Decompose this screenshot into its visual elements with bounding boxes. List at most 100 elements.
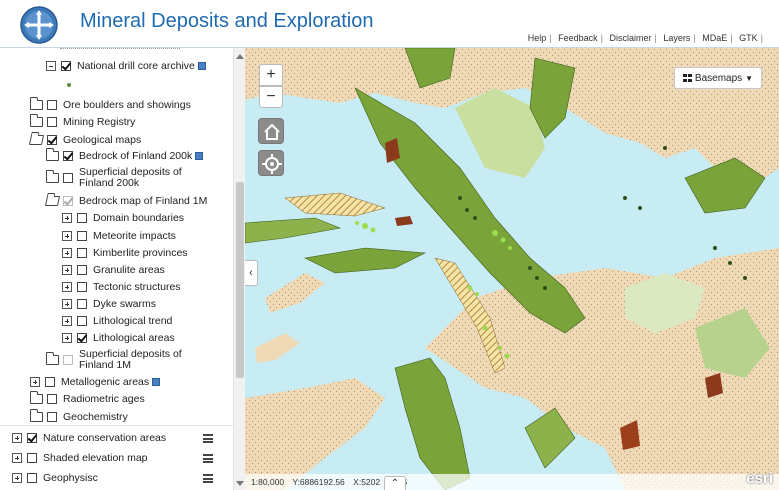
checkbox-icon[interactable]	[77, 248, 87, 258]
info-icon[interactable]	[195, 152, 204, 160]
checkbox-icon[interactable]	[77, 265, 87, 275]
sublayer-row[interactable]: Granulite areas	[62, 262, 165, 278]
layer-label: Superficial deposits of Finland 1M	[79, 348, 182, 371]
collapse-sidebar-button[interactable]: ‹	[245, 260, 258, 286]
layer-bedrock-200k[interactable]: Bedrock of Finland 200k	[46, 148, 204, 164]
checkbox-icon[interactable]	[77, 316, 87, 326]
folder-icon[interactable]	[46, 148, 59, 161]
expand-icon[interactable]	[62, 282, 72, 292]
sublayer-label: Dyke swarms	[93, 298, 157, 310]
checkbox-icon[interactable]	[47, 135, 57, 145]
layer-metallogenic[interactable]: Metallogenic areas	[30, 374, 161, 390]
info-icon[interactable]	[197, 62, 206, 70]
feedback-link[interactable]: Feedback	[558, 33, 598, 43]
expand-panel-button[interactable]: ⌃	[384, 476, 406, 490]
zoom-out-button[interactable]: −	[259, 86, 283, 108]
checkbox-icon[interactable]	[47, 100, 57, 110]
layer-ore-boulders[interactable]: Ore boulders and showings	[30, 97, 191, 113]
folder-icon[interactable]	[30, 97, 43, 110]
finland-logo-icon[interactable]	[19, 5, 59, 45]
checkbox-icon[interactable]	[45, 377, 55, 387]
esri-logo: esri	[746, 470, 773, 487]
layer-bedrock-1m[interactable]: Bedrock map of Finland 1M	[44, 193, 207, 209]
checkbox-icon[interactable]	[27, 473, 37, 483]
sidebar-scrollbar[interactable]	[233, 48, 245, 490]
folder-icon[interactable]	[30, 409, 43, 422]
checkbox-icon[interactable]	[63, 196, 73, 206]
expand-icon[interactable]	[62, 299, 72, 309]
layer-shaded-elevation[interactable]: Shaded elevation map	[12, 450, 148, 466]
scroll-up-arrow-icon[interactable]	[236, 54, 244, 59]
checkbox-icon[interactable]	[63, 173, 73, 183]
checkbox-icon[interactable]	[63, 355, 73, 365]
folder-icon[interactable]	[30, 391, 43, 404]
scroll-thumb[interactable]	[236, 182, 244, 378]
hamburger-menu-icon[interactable]	[203, 434, 213, 443]
folder-icon[interactable]	[46, 170, 59, 183]
home-button[interactable]	[258, 118, 284, 144]
hamburger-menu-icon[interactable]	[203, 474, 213, 483]
sublayer-row[interactable]: Kimberlite provinces	[62, 245, 188, 261]
expand-icon[interactable]	[62, 248, 72, 258]
layer-nature-conservation[interactable]: Nature conservation areas	[12, 430, 166, 446]
layer-superficial-1m[interactable]: Superficial deposits of Finland 1M	[46, 348, 219, 372]
checkbox-icon[interactable]	[27, 433, 37, 443]
clipped-row	[60, 48, 180, 56]
locate-button[interactable]	[258, 150, 284, 176]
folder-open-icon[interactable]	[44, 196, 61, 206]
sublayer-row[interactable]: Meteorite impacts	[62, 228, 176, 244]
folder-icon[interactable]	[30, 114, 43, 127]
help-link[interactable]: Help	[528, 33, 547, 43]
basemaps-button[interactable]: Basemaps ▼	[674, 67, 762, 89]
checkbox-icon[interactable]	[77, 213, 87, 223]
layers-link[interactable]: Layers	[663, 33, 690, 43]
gtk-link[interactable]: GTK	[739, 33, 758, 43]
folder-icon[interactable]	[46, 352, 59, 365]
expand-icon[interactable]	[12, 473, 22, 483]
expand-icon[interactable]	[62, 316, 72, 326]
expand-icon[interactable]	[12, 453, 22, 463]
sublayer-row[interactable]: Lithological trend	[62, 313, 172, 329]
mdae-link[interactable]: MDaE	[702, 33, 727, 43]
disclaimer-link[interactable]: Disclaimer	[610, 33, 652, 43]
expand-icon[interactable]	[12, 433, 22, 443]
sublayer-row[interactable]: Dyke swarms	[62, 296, 156, 312]
checkbox-icon[interactable]	[77, 282, 87, 292]
chevron-up-icon: ⌃	[390, 478, 400, 489]
checkbox-icon[interactable]	[27, 453, 37, 463]
sublayer-row[interactable]: Tectonic structures	[62, 279, 181, 295]
sublayer-row[interactable]: Domain boundaries	[62, 210, 184, 226]
layer-label: Geological maps	[63, 134, 142, 146]
sublayer-row[interactable]: Lithological areas	[62, 330, 175, 346]
layer-radiometric[interactable]: Radiometric ages	[30, 391, 145, 407]
folder-open-icon[interactable]	[28, 135, 45, 145]
checkbox-icon[interactable]	[63, 151, 73, 161]
layer-geochemistry[interactable]: Geochemistry	[30, 409, 128, 425]
collapse-icon[interactable]	[46, 61, 56, 71]
checkbox-icon[interactable]	[47, 117, 57, 127]
layer-geophysics[interactable]: Geophysisc	[12, 470, 98, 486]
checkbox-icon[interactable]	[77, 231, 87, 241]
layer-national-drill-core[interactable]: National drill core archive	[46, 58, 206, 74]
checkbox-icon[interactable]	[61, 61, 71, 71]
scroll-down-arrow-icon[interactable]	[236, 481, 244, 486]
layer-label: Geochemistry	[63, 411, 128, 423]
zoom-in-button[interactable]: +	[259, 64, 283, 86]
expand-icon[interactable]	[62, 265, 72, 275]
layer-mining-registry[interactable]: Mining Registry	[30, 114, 135, 130]
checkbox-icon[interactable]	[77, 333, 87, 343]
checkbox-icon[interactable]	[77, 299, 87, 309]
info-icon[interactable]	[152, 378, 161, 386]
checkbox-icon[interactable]	[47, 394, 57, 404]
layer-geological-maps[interactable]: Geological maps	[28, 132, 142, 148]
expand-icon[interactable]	[62, 333, 72, 343]
expand-icon[interactable]	[62, 231, 72, 241]
layer-superficial-200k[interactable]: Superficial deposits of Finland 200k	[46, 166, 219, 190]
expand-icon[interactable]	[62, 213, 72, 223]
map-region-hatched-west	[284, 192, 386, 217]
expand-icon[interactable]	[30, 377, 40, 387]
map-view[interactable]: + − Basemaps ▼ ‹ 1:80,000 Y:6886192.56 X…	[245, 48, 779, 490]
hamburger-menu-icon[interactable]	[203, 454, 213, 463]
checkbox-icon[interactable]	[47, 412, 57, 422]
app-title: Mineral Deposits and Exploration	[80, 10, 374, 32]
